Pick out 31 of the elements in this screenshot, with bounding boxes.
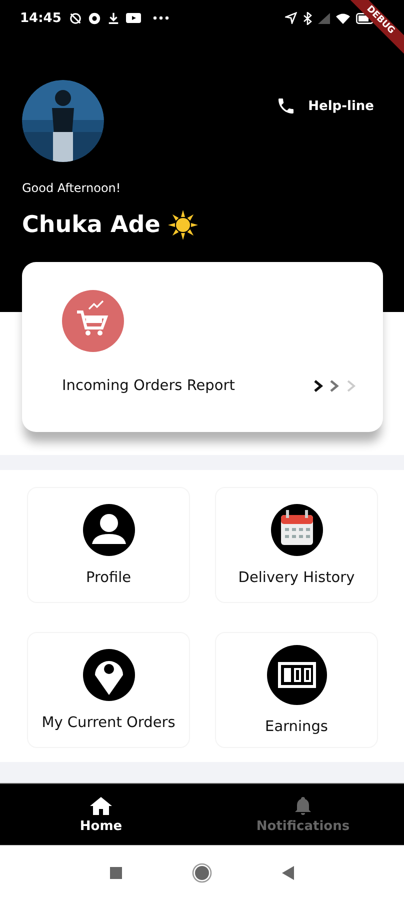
greeting-text: Good Afternoon! xyxy=(21,180,122,196)
menu-tile[interactable]: Profile xyxy=(27,487,190,603)
home-icon xyxy=(90,796,112,816)
bell-icon xyxy=(294,796,312,816)
user-name: Chuka Ade xyxy=(22,211,160,240)
helpline-button[interactable]: Help-line xyxy=(276,96,374,116)
location-pin-icon xyxy=(82,649,134,701)
report-title: Incoming Orders Report xyxy=(62,378,235,394)
alarm-off-icon xyxy=(69,12,82,24)
user-icon xyxy=(82,504,134,556)
back-button[interactable] xyxy=(282,866,294,880)
menu-tile[interactable]: My Current Orders xyxy=(27,632,190,748)
menu-tile[interactable]: Delivery History xyxy=(215,487,378,603)
wifi-icon xyxy=(336,12,350,24)
signal-icon xyxy=(318,12,330,24)
nav-tab[interactable]: Home xyxy=(0,784,202,845)
phone-icon xyxy=(276,96,296,116)
video-icon xyxy=(126,12,142,24)
report-card[interactable]: Incoming Orders Report xyxy=(22,262,383,432)
location-icon xyxy=(285,12,297,24)
status-time: 14:45 xyxy=(20,10,62,26)
bluetooth-icon xyxy=(303,12,312,24)
home-button[interactable] xyxy=(192,863,212,883)
sun-icon xyxy=(168,210,198,240)
more-icon xyxy=(153,16,170,20)
nav-tab[interactable]: Notifications xyxy=(202,784,404,845)
counter-icon xyxy=(266,645,326,705)
menu-tile[interactable]: Earnings xyxy=(215,632,378,748)
calendar-icon xyxy=(270,504,322,556)
cart-chart-icon xyxy=(62,290,124,352)
download-icon xyxy=(107,12,120,24)
